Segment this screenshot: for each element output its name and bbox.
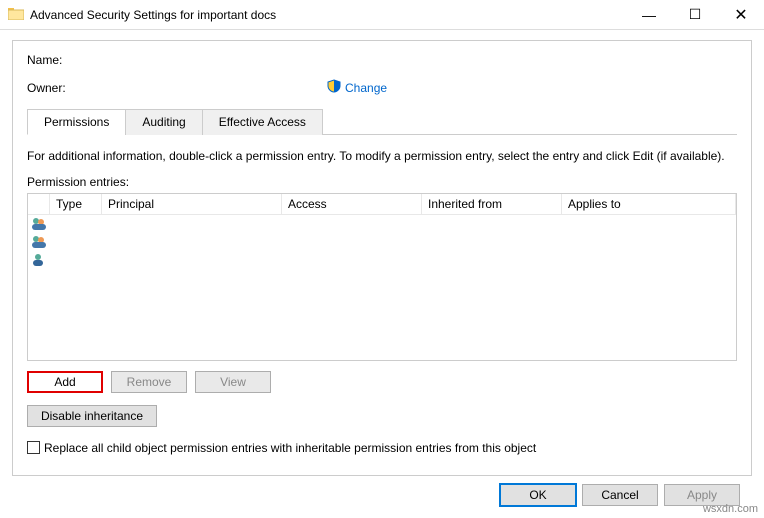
window-title: Advanced Security Settings for important… <box>30 8 626 22</box>
change-link-text: Change <box>345 81 387 95</box>
permission-grid[interactable]: Type Principal Access Inherited from App… <box>27 193 737 361</box>
tabs: Permissions Auditing Effective Access <box>27 108 737 135</box>
tab-effective-access[interactable]: Effective Access <box>202 109 323 135</box>
maximize-button[interactable]: ☐ <box>672 0 718 29</box>
table-row[interactable] <box>28 233 736 251</box>
main-panel: Name: Owner: Change Permissions Auditing… <box>12 40 752 476</box>
close-button[interactable]: ✕ <box>718 0 764 29</box>
watermark: wsxdn.com <box>703 503 758 515</box>
col-applies[interactable]: Applies to <box>562 194 736 214</box>
users-icon <box>30 216 48 232</box>
view-button[interactable]: View <box>195 371 271 393</box>
titlebar: Advanced Security Settings for important… <box>0 0 764 30</box>
col-access[interactable]: Access <box>282 194 422 214</box>
replace-checkbox-label: Replace all child object permission entr… <box>44 441 536 455</box>
user-icon <box>30 252 48 268</box>
window-controls: — ☐ ✕ <box>626 0 764 29</box>
minimize-button[interactable]: — <box>626 0 672 29</box>
permission-entries-label: Permission entries: <box>27 175 737 189</box>
ok-button[interactable]: OK <box>500 484 576 506</box>
table-row[interactable] <box>28 251 736 269</box>
name-label: Name: <box>27 53 327 67</box>
table-row[interactable] <box>28 215 736 233</box>
col-inherited[interactable]: Inherited from <box>422 194 562 214</box>
tab-permissions[interactable]: Permissions <box>27 109 126 135</box>
folder-icon <box>8 6 24 23</box>
grid-header: Type Principal Access Inherited from App… <box>28 194 736 215</box>
info-text: For additional information, double-click… <box>27 149 737 165</box>
users-icon <box>30 234 48 250</box>
remove-button[interactable]: Remove <box>111 371 187 393</box>
shield-icon <box>327 79 341 96</box>
col-principal[interactable]: Principal <box>102 194 282 214</box>
replace-checkbox[interactable] <box>27 441 40 454</box>
dialog-footer: OK Cancel Apply <box>12 476 752 506</box>
tab-auditing[interactable]: Auditing <box>125 109 202 135</box>
change-owner-link[interactable]: Change <box>327 79 387 96</box>
owner-label: Owner: <box>27 81 327 95</box>
col-type[interactable]: Type <box>50 194 102 214</box>
cancel-button[interactable]: Cancel <box>582 484 658 506</box>
disable-inheritance-button[interactable]: Disable inheritance <box>27 405 157 427</box>
add-button[interactable]: Add <box>27 371 103 393</box>
